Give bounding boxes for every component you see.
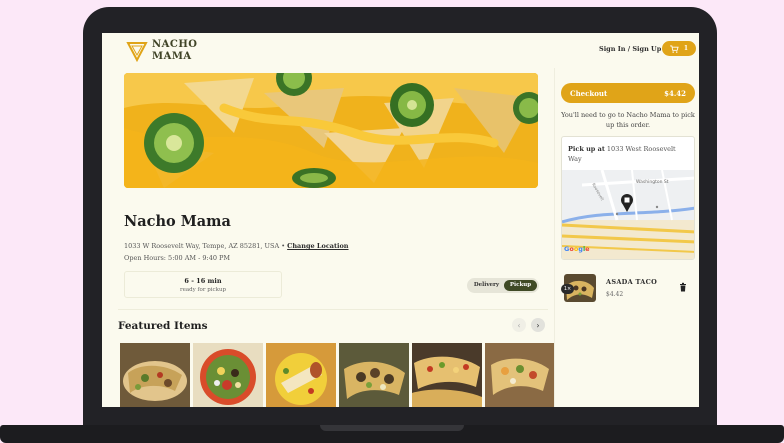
brand-logo[interactable]: NACHO MAMA: [126, 39, 198, 63]
featured-item-carne-tacos[interactable]: [339, 343, 409, 407]
cart-item-price: $4.42: [606, 291, 624, 298]
open-hours: Open Hours: 5:00 AM - 9:40 PM: [124, 254, 231, 262]
featured-item-burrito-plate[interactable]: [266, 343, 336, 407]
cart-count: 1: [683, 45, 689, 52]
signin-link[interactable]: Sign In / Sign Up: [599, 45, 661, 53]
featured-item-tacos-platter[interactable]: [120, 343, 190, 407]
cart-button[interactable]: 1: [662, 41, 696, 56]
sidebar-divider: [554, 68, 555, 407]
pickup-eta-card: 6 - 16 min ready for pickup: [124, 271, 282, 298]
eta-subtitle: ready for pickup: [179, 287, 227, 293]
chevron-right-icon: ›: [536, 320, 540, 330]
checkout-label: Checkout: [570, 88, 608, 98]
featured-items-carousel: [120, 343, 555, 407]
cart-item-name: ASADA TACO: [606, 278, 658, 286]
logo-wordmark: NACHO MAMA: [152, 39, 198, 63]
eta-time: 6 - 16 min: [184, 277, 222, 285]
featured-items-title: Featured Items: [118, 320, 208, 332]
pickup-address-label: Pick up at 1033 West Roosevelt Way: [568, 144, 688, 164]
featured-item-taco-salad-bowl[interactable]: [193, 343, 263, 407]
cart-icon: [669, 44, 679, 53]
hero-image-nachos: [124, 73, 538, 188]
google-map-logo: Google: [564, 245, 590, 253]
jalapeno-slice: [144, 113, 204, 173]
restaurant-name: Nacho Mama: [124, 213, 231, 230]
restaurant-address-line: 1033 W Roosevelt Way, Tempe, AZ 85281, U…: [124, 242, 349, 250]
laptop-notch: [320, 425, 464, 431]
section-divider: [118, 309, 548, 310]
map-street-label: Washington St: [636, 179, 669, 185]
logo-line-1: NACHO: [152, 39, 198, 50]
pickup-map-card: Pick up at 1033 West Roosevelt Way Washi…: [561, 136, 695, 260]
carousel-prev-button[interactable]: ‹: [512, 318, 526, 332]
cart-item-qty: 1×: [561, 284, 574, 294]
nacho-triangle-icon: [126, 42, 148, 62]
featured-item-fish-tacos[interactable]: [485, 343, 555, 407]
checkout-total: $4.42: [664, 88, 686, 98]
nachos-photo: [124, 73, 538, 188]
cart-line-item[interactable]: 1× ASADA TACO $4.42: [561, 274, 692, 302]
pickup-option[interactable]: Pickup: [504, 280, 537, 291]
order-mode-toggle[interactable]: Delivery Pickup: [467, 278, 539, 293]
trash-icon[interactable]: [679, 282, 687, 292]
app-screen: NACHO MAMA Sign In / Sign Up 1 Nacho Mam…: [102, 33, 699, 407]
delivery-option[interactable]: Delivery: [470, 280, 503, 291]
logo-line-2: MAMA: [152, 51, 192, 62]
chevron-left-icon: ‹: [517, 320, 521, 330]
checkout-button[interactable]: Checkout $4.42: [561, 83, 695, 103]
change-location-link[interactable]: Change Location: [287, 242, 348, 250]
restaurant-address: 1033 W Roosevelt Way, Tempe, AZ 85281, U…: [124, 242, 280, 250]
carousel-next-button[interactable]: ›: [531, 318, 545, 332]
featured-item-street-tacos[interactable]: [412, 343, 482, 407]
address-separator: •: [279, 242, 288, 250]
pickup-prefix: Pick up at: [568, 145, 605, 153]
pickup-message: You'll need to go to Nacho Mama to pick …: [561, 111, 695, 129]
